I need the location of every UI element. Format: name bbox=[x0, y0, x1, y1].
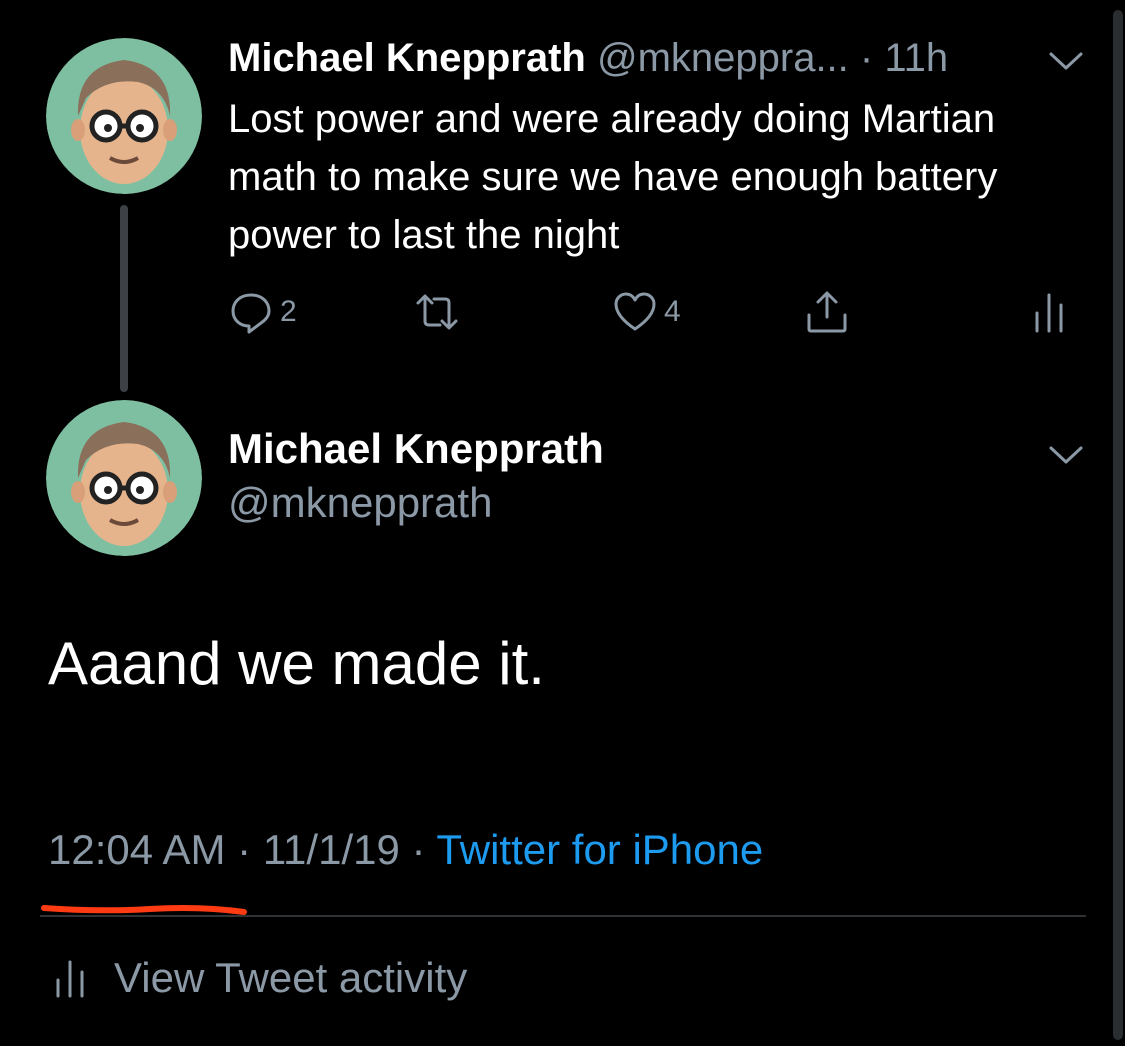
separator-dot: · bbox=[237, 826, 252, 873]
retweet-icon bbox=[416, 294, 458, 330]
analytics-icon bbox=[1035, 293, 1063, 333]
tweet-source-link[interactable]: Twitter for iPhone bbox=[436, 826, 763, 873]
tweet-header: Michael Knepprath @mkneppra... · 11h bbox=[228, 34, 1028, 82]
view-tweet-activity-button[interactable]: View Tweet activity bbox=[48, 952, 467, 1004]
chevron-down-icon[interactable] bbox=[1048, 444, 1084, 466]
scrollbar[interactable] bbox=[1113, 10, 1123, 1040]
avatar[interactable] bbox=[46, 38, 202, 194]
view-tweet-activity-label: View Tweet activity bbox=[114, 954, 468, 1001]
like-button[interactable]: 4 bbox=[612, 284, 681, 340]
heart-icon bbox=[614, 292, 656, 331]
author-name[interactable]: Michael Knepprath bbox=[228, 36, 586, 80]
reply-icon bbox=[231, 293, 271, 334]
tweet-text: Lost power and were already doing Martia… bbox=[228, 97, 998, 257]
tweet-date: 11/1/19 bbox=[262, 826, 400, 873]
analytics-button[interactable] bbox=[1026, 284, 1072, 340]
retweet-button[interactable] bbox=[414, 284, 460, 340]
avatar[interactable] bbox=[46, 400, 202, 556]
analytics-icon bbox=[56, 960, 84, 998]
bitmoji-avatar-icon bbox=[46, 38, 202, 194]
share-button[interactable] bbox=[804, 284, 850, 340]
tweet-time: 12:04 AM bbox=[48, 826, 226, 873]
reply-button[interactable]: 2 bbox=[228, 284, 297, 340]
tweet-actions: 2 4 bbox=[0, 284, 1125, 340]
tweet-timestamp[interactable]: 11h bbox=[884, 36, 948, 80]
tweet-meta: 12:04 AM · 11/1/19 · Twitter for iPhone bbox=[48, 824, 763, 876]
separator-dot: · bbox=[411, 826, 426, 873]
divider bbox=[40, 915, 1086, 917]
tweet-text: Aaand we made it. bbox=[48, 630, 545, 697]
share-icon bbox=[807, 291, 847, 333]
separator-dot: · bbox=[859, 36, 874, 80]
author-handle[interactable]: @mknepprath bbox=[228, 478, 492, 528]
author-name[interactable]: Michael Knepprath bbox=[228, 424, 604, 474]
author-handle[interactable]: @mkneppra... bbox=[597, 36, 849, 80]
chevron-down-icon[interactable] bbox=[1048, 50, 1084, 72]
bitmoji-avatar-icon bbox=[46, 400, 202, 556]
like-count: 4 bbox=[664, 295, 681, 328]
reply-count: 2 bbox=[280, 295, 297, 328]
